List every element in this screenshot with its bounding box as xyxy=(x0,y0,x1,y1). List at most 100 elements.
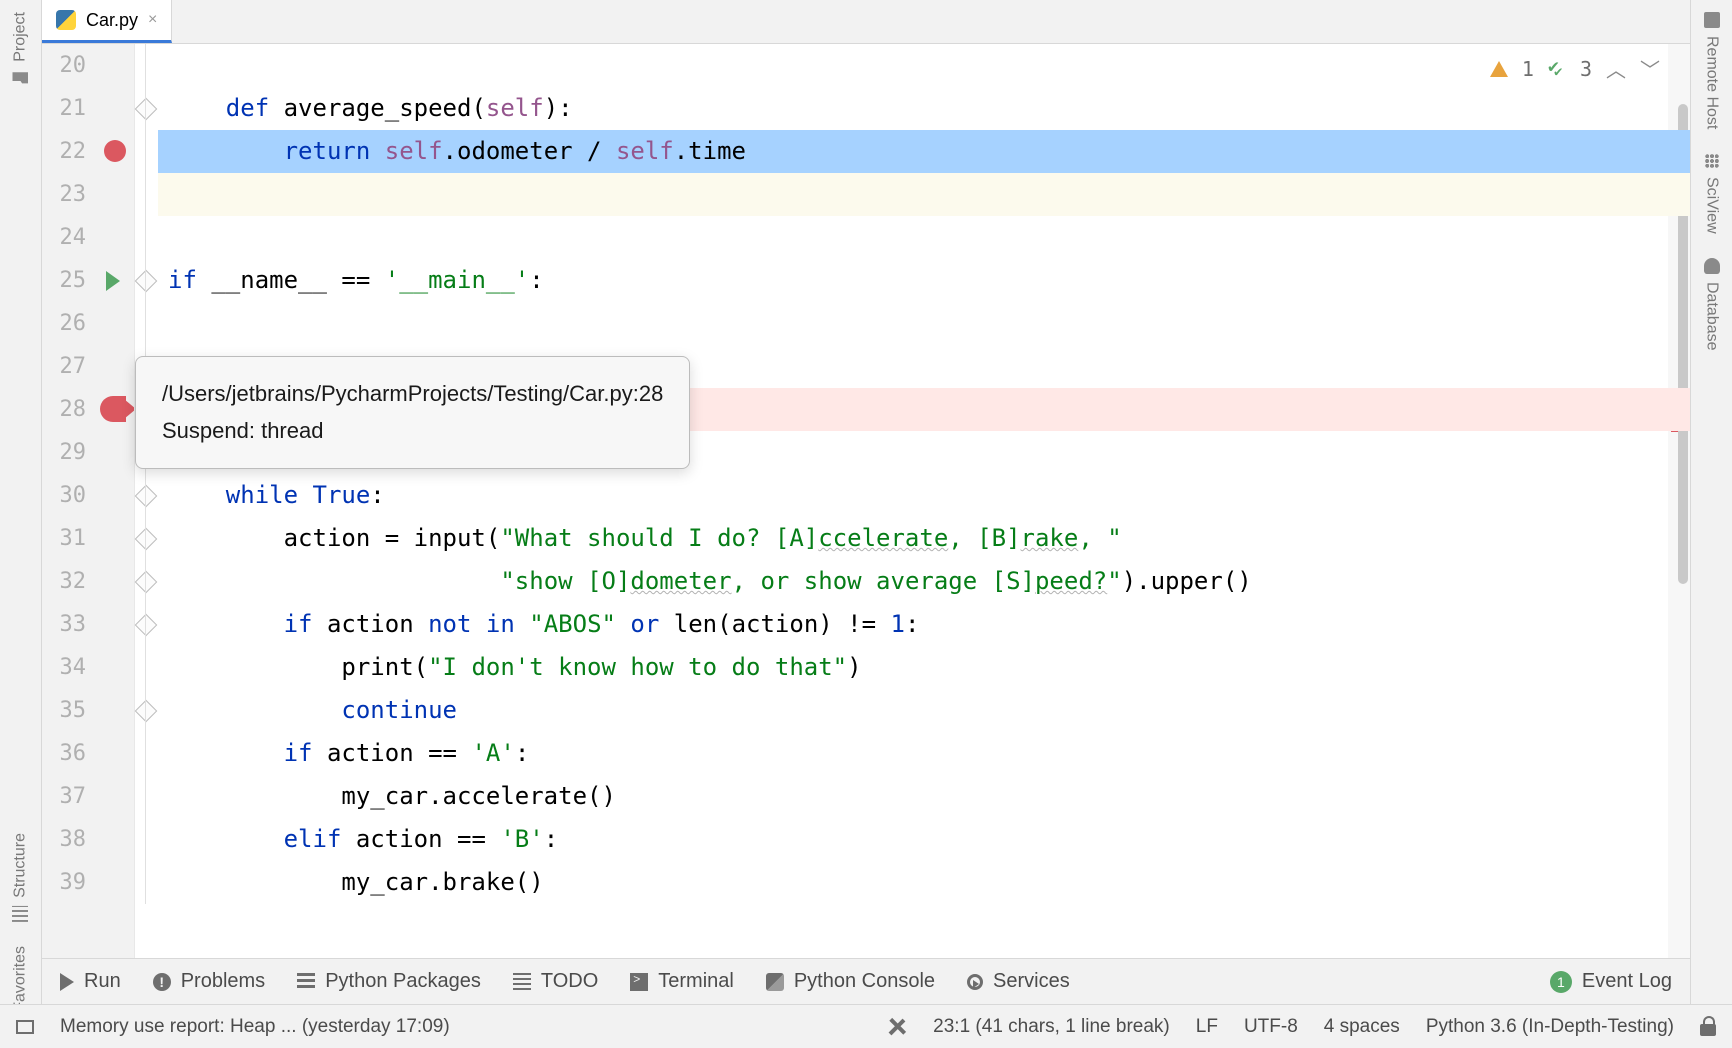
toolwindow-label: Python Console xyxy=(794,970,935,993)
fold-handle-icon[interactable] xyxy=(135,485,158,508)
line-number-gutter[interactable]: 2021222324252627282930313233343536373839 xyxy=(42,44,96,958)
line-number[interactable]: 36 xyxy=(42,732,96,775)
editor-tab-bar: Car.py × xyxy=(42,0,1690,44)
indent-settings[interactable]: 4 spaces xyxy=(1324,1016,1400,1038)
code-line[interactable]: my_car.accelerate() xyxy=(158,775,1690,818)
tab-close-icon[interactable]: × xyxy=(148,11,157,29)
tool-remote-label: Remote Host xyxy=(1703,36,1721,129)
code-line[interactable]: print("I don't know how to do that") xyxy=(158,646,1690,689)
fold-handle-icon[interactable] xyxy=(135,614,158,637)
code-line[interactable]: elif action == 'B': xyxy=(158,818,1690,861)
background-tasks-icon[interactable] xyxy=(883,1012,911,1040)
code-line[interactable] xyxy=(158,216,1690,259)
toolwindow-services-button[interactable]: Services xyxy=(967,970,1070,993)
line-number[interactable]: 25 xyxy=(42,259,96,302)
code-editor[interactable]: 2021222324252627282930313233343536373839… xyxy=(42,44,1690,958)
gutter-markers[interactable] xyxy=(96,44,134,958)
toolwindow-todo-button[interactable]: TODO xyxy=(513,970,598,993)
code-line[interactable] xyxy=(158,44,1690,87)
run-gutter-icon[interactable] xyxy=(106,271,120,291)
fold-handle-icon[interactable] xyxy=(135,571,158,594)
tool-sciview[interactable]: SciView xyxy=(1691,141,1732,246)
line-separator[interactable]: LF xyxy=(1196,1016,1218,1038)
code-line[interactable]: if __name__ == '__main__': xyxy=(158,259,1690,302)
fold-handle-icon[interactable] xyxy=(135,528,158,551)
code-line[interactable]: action = input("What should I do? [A]cce… xyxy=(158,517,1690,560)
status-bar: Memory use report: Heap ... (yesterday 1… xyxy=(0,1004,1732,1048)
toolwindow-terminal-button[interactable]: Terminal xyxy=(630,970,734,993)
line-number[interactable]: 21 xyxy=(42,87,96,130)
database-icon xyxy=(1704,258,1720,274)
thread-breakpoint-icon[interactable] xyxy=(100,396,126,422)
toolwindow-label: Run xyxy=(84,970,121,993)
code-line[interactable] xyxy=(158,173,1690,216)
line-number[interactable]: 38 xyxy=(42,818,96,861)
tool-structure[interactable]: Structure xyxy=(0,821,41,934)
status-message: Memory use report: Heap ... (yesterday 1… xyxy=(60,1016,450,1038)
event-log-label: Event Log xyxy=(1582,970,1672,993)
line-number[interactable]: 30 xyxy=(42,474,96,517)
event-log-count-badge: 1 xyxy=(1550,971,1572,993)
warn-circle-icon xyxy=(153,973,171,991)
line-number[interactable]: 27 xyxy=(42,345,96,388)
code-line[interactable]: "show [O]dometer, or show average [S]pee… xyxy=(158,560,1690,603)
sciview-icon xyxy=(1704,153,1720,169)
code-line[interactable]: if action not in "ABOS" or len(action) !… xyxy=(158,603,1690,646)
tool-structure-label: Structure xyxy=(12,833,30,898)
tool-database[interactable]: Database xyxy=(1691,246,1732,363)
fold-column[interactable] xyxy=(134,44,158,958)
code-line[interactable]: return self.odometer / self.time xyxy=(158,130,1690,173)
breakpoint-tooltip: /Users/jetbrains/PycharmProjects/Testing… xyxy=(135,356,690,469)
toolwindow-problems-button[interactable]: Problems xyxy=(153,970,265,993)
tool-project-label: Project xyxy=(12,12,30,62)
services-icon xyxy=(967,974,983,990)
editor-tab-car-py[interactable]: Car.py × xyxy=(42,0,172,43)
line-number[interactable]: 22 xyxy=(42,130,96,173)
line-number[interactable]: 23 xyxy=(42,173,96,216)
remote-host-icon xyxy=(1704,12,1720,28)
code-line[interactable]: my_car.brake() xyxy=(158,861,1690,904)
line-number[interactable]: 32 xyxy=(42,560,96,603)
line-number[interactable]: 26 xyxy=(42,302,96,345)
line-number[interactable]: 35 xyxy=(42,689,96,732)
folder-icon xyxy=(13,70,29,86)
code-line[interactable]: while True: xyxy=(158,474,1690,517)
left-tool-strip: Project Structure Favorites xyxy=(0,0,42,1048)
line-number[interactable]: 34 xyxy=(42,646,96,689)
code-line[interactable]: continue xyxy=(158,689,1690,732)
python-interpreter[interactable]: Python 3.6 (In-Depth-Testing) xyxy=(1426,1016,1674,1038)
toolwindow-pypkg-button[interactable]: Python Packages xyxy=(297,970,481,993)
fold-handle-icon[interactable] xyxy=(135,98,158,121)
line-number[interactable]: 37 xyxy=(42,775,96,818)
code-line[interactable] xyxy=(158,302,1690,345)
readonly-lock-icon[interactable] xyxy=(1700,1018,1716,1036)
file-encoding[interactable]: UTF-8 xyxy=(1244,1016,1298,1038)
play-icon xyxy=(60,973,74,991)
line-number[interactable]: 33 xyxy=(42,603,96,646)
line-number[interactable]: 39 xyxy=(42,861,96,904)
line-number[interactable]: 31 xyxy=(42,517,96,560)
breakpoint-icon[interactable] xyxy=(104,140,126,162)
toolwindow-run-button[interactable]: Run xyxy=(60,970,121,993)
toolwindow-label: TODO xyxy=(541,970,598,993)
fold-handle-icon[interactable] xyxy=(135,700,158,723)
line-number[interactable]: 28 xyxy=(42,388,96,431)
code-line[interactable]: if action == 'A': xyxy=(158,732,1690,775)
list-icon xyxy=(513,973,531,991)
tool-favorites-label: Favorites xyxy=(12,946,30,1012)
toolwindow-quick-access-icon[interactable] xyxy=(16,1020,34,1034)
line-number[interactable]: 20 xyxy=(42,44,96,87)
python-file-icon xyxy=(56,10,76,30)
event-log-button[interactable]: 1 Event Log xyxy=(1550,970,1672,993)
line-number[interactable]: 29 xyxy=(42,431,96,474)
fold-handle-icon[interactable] xyxy=(135,270,158,293)
toolwindow-label: Services xyxy=(993,970,1070,993)
tool-remote-host[interactable]: Remote Host xyxy=(1691,0,1732,141)
toolwindow-pyconsole-button[interactable]: Python Console xyxy=(766,970,935,993)
caret-position[interactable]: 23:1 (41 chars, 1 line break) xyxy=(933,1016,1170,1038)
line-number[interactable]: 24 xyxy=(42,216,96,259)
tooltip-detail: Suspend: thread xyxy=(162,412,663,449)
code-area[interactable]: 1 3 ︿ ﹀ def average_speed(self): return … xyxy=(158,44,1690,958)
code-line[interactable]: def average_speed(self): xyxy=(158,87,1690,130)
tool-project[interactable]: Project xyxy=(0,0,41,98)
